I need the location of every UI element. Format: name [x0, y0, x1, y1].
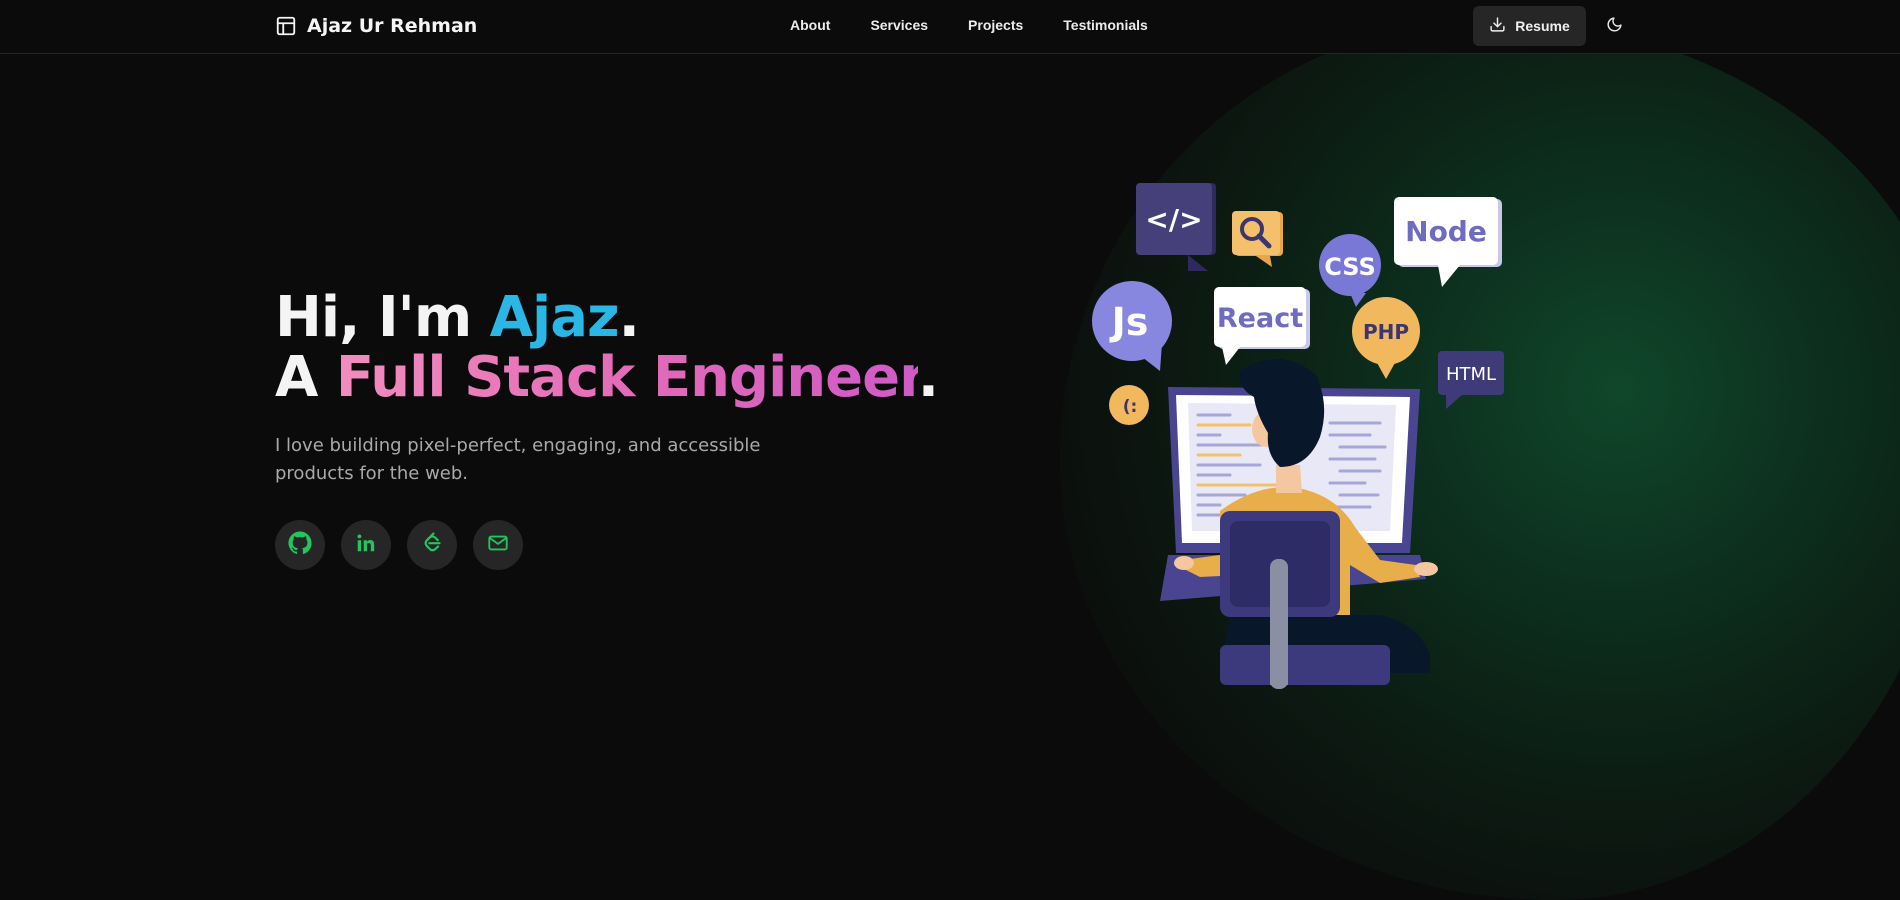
linkedin-icon — [355, 532, 377, 558]
site-header: Ajaz Ur Rehman About Services Projects T… — [0, 0, 1900, 54]
nav-link-projects[interactable]: Projects — [948, 14, 1043, 36]
php-bubble: PHP — [1352, 297, 1420, 379]
hero-name: Ajaz — [489, 285, 620, 350]
developer-illustration: </> CSS Node Js React PHP HTML (: — [1092, 183, 1504, 689]
social-links — [275, 520, 523, 570]
role-prefix: A — [275, 345, 336, 410]
nav-link-services[interactable]: Services — [850, 14, 948, 36]
moon-icon — [1606, 16, 1623, 36]
email-link[interactable] — [473, 520, 523, 570]
hero-section: Hi, I'm Ajaz. A Full Stack Engineer. I l… — [275, 288, 975, 488]
css-bubble-label: CSS — [1324, 253, 1376, 281]
brand-name: Ajaz Ur Rehman — [307, 15, 478, 37]
html-bubble: HTML — [1438, 351, 1504, 409]
download-icon — [1489, 16, 1506, 36]
search-bubble — [1232, 211, 1283, 267]
html-bubble-label: HTML — [1446, 364, 1496, 385]
leetcode-link[interactable] — [407, 520, 457, 570]
node-bubble: Node — [1394, 197, 1502, 287]
nav-link-testimonials[interactable]: Testimonials — [1043, 14, 1168, 36]
code-bubble: </> — [1136, 183, 1216, 271]
react-bubble-label: React — [1217, 303, 1303, 334]
js-bubble-label: Js — [1109, 300, 1149, 344]
react-bubble: React — [1214, 287, 1310, 365]
layout-icon — [275, 15, 297, 37]
mail-icon — [487, 532, 509, 558]
resume-button[interactable]: Resume — [1473, 6, 1586, 46]
greeting-prefix: Hi, I'm — [275, 285, 490, 350]
css-bubble: CSS — [1319, 234, 1381, 307]
github-icon — [288, 531, 312, 559]
hero-role: Full Stack Engineer — [335, 345, 919, 410]
smile-bubble: (: — [1109, 385, 1149, 425]
code-bubble-label: </> — [1145, 203, 1202, 236]
main-nav: About Services Projects Testimonials — [770, 14, 1168, 36]
linkedin-link[interactable] — [341, 520, 391, 570]
leetcode-icon — [420, 531, 444, 559]
node-bubble-label: Node — [1405, 215, 1487, 248]
role-period: . — [917, 345, 939, 410]
js-bubble: Js — [1092, 281, 1172, 371]
hero-tagline: I love building pixel-perfect, engaging,… — [275, 435, 761, 484]
theme-toggle-button[interactable] — [1602, 12, 1626, 40]
name-period: . — [618, 285, 640, 350]
nav-link-about[interactable]: About — [770, 14, 850, 36]
smile-bubble-label: (: — [1123, 397, 1138, 417]
hero-headline: Hi, I'm Ajaz. A Full Stack Engineer. — [275, 288, 975, 408]
brand-link[interactable]: Ajaz Ur Rehman — [275, 12, 477, 40]
github-link[interactable] — [275, 520, 325, 570]
resume-label: Resume — [1515, 18, 1570, 34]
php-bubble-label: PHP — [1363, 320, 1409, 344]
